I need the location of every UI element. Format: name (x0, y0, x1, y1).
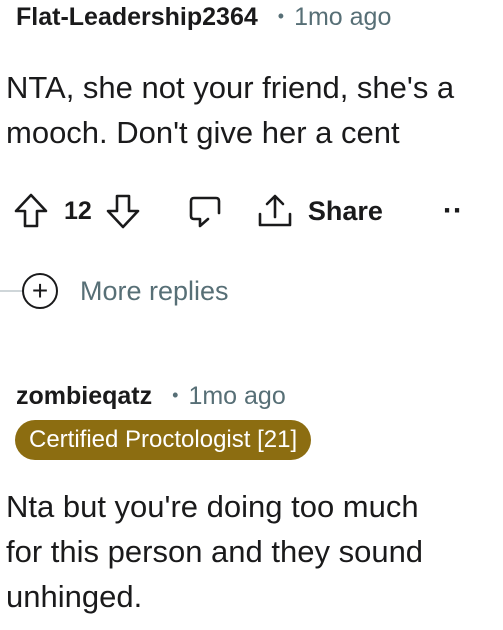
overflow-menu-button[interactable]: ·· (443, 194, 463, 228)
upvote-icon[interactable] (10, 190, 52, 232)
share-label: Share (307, 195, 383, 226)
comment-body-line: for this person and they sound (6, 534, 424, 569)
comment-timestamp[interactable]: 1mo ago (294, 3, 391, 32)
comment-body-line: NTA, she not your friend, she's a (6, 70, 455, 105)
share-icon (254, 190, 296, 232)
comment-timestamp[interactable]: 1mo ago (188, 382, 285, 411)
share-button[interactable]: Share (254, 190, 383, 232)
comment-header: zombieqatz • 1mo ago (16, 379, 286, 413)
meta-separator: • (277, 5, 285, 26)
downvote-icon[interactable] (102, 190, 144, 232)
user-flair: Certified Proctologist [21] (15, 420, 312, 460)
meta-separator: • (172, 384, 179, 405)
comment-author[interactable]: zombieqatz (16, 382, 152, 411)
more-replies-label: More replies (80, 275, 229, 306)
comment-body: Nta but you're doing too much for this p… (6, 484, 423, 619)
thread-line (0, 290, 22, 292)
comment-body-line: unhinged. (6, 579, 143, 614)
comment-action-bar: 12 Share ·· (10, 188, 463, 234)
comment-icon[interactable] (186, 190, 226, 232)
plus-circle-icon: + (22, 273, 58, 309)
comment-body-line: mooch. Don't give her a cent (6, 115, 400, 150)
comment-author[interactable]: Flat-Leadership2364 (16, 3, 258, 32)
comment-header: Flat-Leadership2364 • 1mo ago (16, 0, 391, 34)
vote-score: 12 (64, 196, 92, 225)
comment-body: NTA, she not your friend, she's a mooch.… (6, 65, 454, 155)
more-replies-button[interactable]: + More replies (0, 266, 229, 316)
comment-body-line: Nta but you're doing too much (6, 489, 419, 524)
